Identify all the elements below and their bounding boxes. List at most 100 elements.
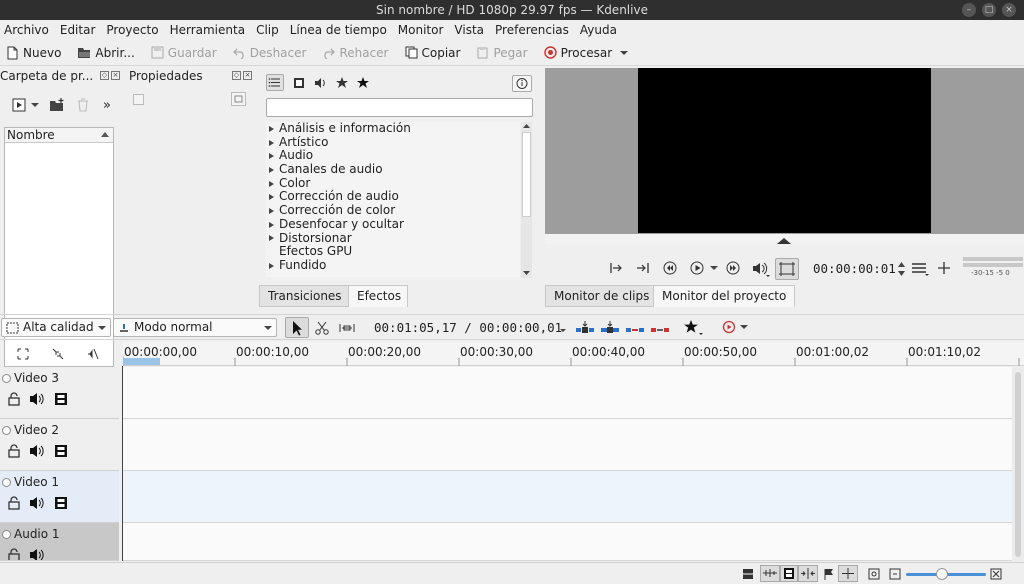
expand-arrow-icon[interactable]: [269, 235, 274, 242]
effect-category[interactable]: Efectos GPU: [266, 244, 520, 259]
expand-arrow-icon[interactable]: [269, 207, 274, 214]
track-target-icon[interactable]: [2, 425, 11, 435]
expand-arrow-icon[interactable]: [269, 125, 274, 132]
track-target-icon[interactable]: [2, 529, 11, 539]
list-view-button[interactable]: [266, 74, 284, 91]
menu-herramienta[interactable]: Herramienta: [170, 23, 246, 37]
menu-vista[interactable]: Vista: [454, 23, 484, 37]
tab-monitor-del-proyecto[interactable]: Monitor del proyecto: [653, 285, 796, 307]
new-folder-icon[interactable]: [49, 98, 65, 112]
scroll-up-icon[interactable]: [521, 122, 532, 131]
track-name[interactable]: Video 1: [14, 475, 59, 489]
effect-category[interactable]: Artístico: [266, 135, 520, 150]
copy-button[interactable]: Copiar: [405, 46, 460, 60]
chevron-down-icon[interactable]: [618, 48, 630, 58]
float-icon[interactable]: ◇: [232, 71, 241, 80]
hamburger-menu-icon[interactable]: [911, 261, 929, 277]
expand-arrow-icon[interactable]: [269, 139, 274, 146]
chevron-down-icon[interactable]: [560, 329, 566, 333]
more-options-icon[interactable]: »: [103, 98, 111, 113]
track-name[interactable]: Video 3: [14, 371, 59, 385]
razor-scissors-icon[interactable]: [315, 321, 329, 335]
selection-tool-button[interactable]: [285, 317, 309, 338]
effects-search-input[interactable]: [266, 98, 533, 117]
audio-toggle-icon[interactable]: [29, 444, 45, 458]
edit-mode-select[interactable]: Modo normal: [113, 318, 277, 337]
track-target-icon[interactable]: [2, 477, 11, 487]
audio-split-icon[interactable]: [87, 348, 99, 360]
new-button[interactable]: Nuevo: [6, 46, 61, 60]
tab-efectos[interactable]: Efectos: [348, 285, 408, 307]
expand-arrow-icon[interactable]: [269, 166, 274, 173]
audio-waveform-button[interactable]: [760, 565, 780, 582]
timeline-scrollbar[interactable]: [1012, 367, 1024, 561]
undo-button[interactable]: Deshacer: [232, 46, 306, 60]
monitor-viewport[interactable]: [545, 68, 1024, 234]
zoom-fit-icon[interactable]: [868, 568, 880, 580]
expand-arrow-icon[interactable]: [269, 221, 274, 228]
timecode-spinner-icon[interactable]: [897, 261, 906, 277]
close-panel-icon[interactable]: ×: [111, 71, 120, 80]
effect-category[interactable]: Canales de audio: [266, 162, 520, 177]
lock-icon[interactable]: [8, 444, 20, 458]
extract-zone-icon[interactable]: [626, 321, 644, 335]
expand-arrow-icon[interactable]: [269, 180, 274, 187]
render-button[interactable]: Procesar: [543, 46, 635, 60]
minimize-icon[interactable]: –: [962, 3, 976, 17]
close-panel-icon[interactable]: ×: [243, 71, 252, 80]
track-row-video-3[interactable]: [123, 367, 1012, 419]
spacer-tool-icon[interactable]: [339, 321, 355, 335]
volume-icon[interactable]: [752, 261, 770, 277]
float-icon[interactable]: ◇: [100, 71, 109, 80]
play-icon[interactable]: [690, 261, 704, 275]
trash-icon[interactable]: [77, 98, 89, 112]
split-audio-button[interactable]: [838, 565, 858, 582]
expand-arrow-icon[interactable]: [269, 194, 274, 201]
overwrite-clip-icon[interactable]: [601, 321, 619, 335]
lock-icon[interactable]: [8, 548, 20, 561]
effect-category[interactable]: Análisis e información: [266, 122, 520, 136]
effects-tree[interactable]: Análisis e información Artístico Audio C…: [266, 122, 520, 277]
tab-monitor-de-clips[interactable]: Monitor de clips: [545, 285, 659, 307]
expand-tracks-icon[interactable]: [52, 348, 64, 360]
video-toggle-icon[interactable]: [54, 496, 68, 510]
video-thumbnails-button[interactable]: [780, 565, 798, 582]
track-name[interactable]: Video 2: [14, 423, 59, 437]
effect-info-button[interactable]: [512, 75, 532, 92]
track-row-audio-1[interactable]: [123, 523, 1012, 561]
zoom-slider-handle[interactable]: [936, 568, 948, 580]
effect-category[interactable]: Color: [266, 176, 520, 191]
effect-category[interactable]: Distorsionar: [266, 231, 520, 246]
open-button[interactable]: Abrir...: [77, 46, 135, 60]
effect-category[interactable]: Desenfocar y ocultar: [266, 217, 520, 232]
audio-toggle-icon[interactable]: [29, 496, 45, 510]
effect-category[interactable]: Corrección de audio: [266, 190, 520, 204]
name-column-header[interactable]: Nombre: [5, 128, 113, 143]
flag-icon[interactable]: [823, 568, 835, 580]
effect-category[interactable]: Fundido: [266, 258, 520, 273]
favorites-star-icon[interactable]: [357, 77, 369, 89]
track-header-video-3[interactable]: Video 3: [0, 367, 119, 419]
custom-effects-icon[interactable]: [336, 77, 348, 89]
expand-arrow-icon[interactable]: [269, 153, 274, 160]
rewind-icon[interactable]: [663, 261, 677, 275]
thumbnails-icon[interactable]: [742, 568, 754, 580]
expand-arrow-icon[interactable]: [269, 262, 274, 269]
effect-category[interactable]: Corrección de color: [266, 203, 520, 218]
insert-clip-icon[interactable]: [576, 321, 594, 335]
menu-preferencias[interactable]: Preferencias: [495, 23, 569, 37]
scrollbar-thumb[interactable]: [1015, 372, 1021, 557]
lock-icon[interactable]: [8, 496, 20, 510]
set-zone-out-icon[interactable]: [635, 261, 651, 275]
menu-archivo[interactable]: Archivo: [4, 23, 49, 37]
timeline-position[interactable]: 00:01:05,17 / 00:00:00,01: [374, 320, 562, 335]
menu-ayuda[interactable]: Ayuda: [580, 23, 617, 37]
zone-marker[interactable]: [123, 358, 160, 365]
properties-checkbox[interactable]: [133, 94, 144, 105]
edit-mode-button[interactable]: [775, 258, 799, 280]
quality-select[interactable]: Alta calidad: [1, 318, 111, 337]
close-icon[interactable]: ×: [1002, 3, 1016, 17]
favorite-star-icon[interactable]: [684, 320, 704, 336]
tab-transiciones[interactable]: Transiciones: [259, 285, 351, 307]
snap-button[interactable]: [798, 565, 818, 582]
